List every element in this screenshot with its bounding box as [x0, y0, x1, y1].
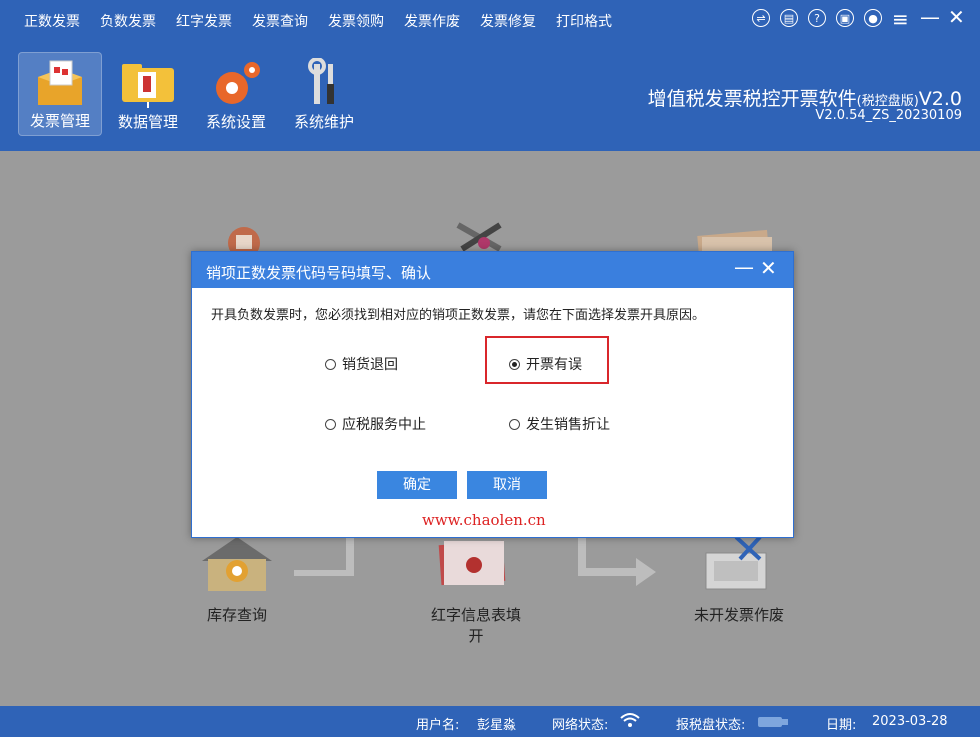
tool-system-settings[interactable]: 系统设置 — [194, 52, 278, 136]
reason-dialog: 销项正数发票代码号码填写、确认 — ✕ 开具负数发票时，您必须找到相对应的销项正… — [191, 251, 794, 538]
usb-disk-icon — [758, 715, 788, 733]
product-title: 增值税发票税控开票软件(税控盘版)V2.0 — [648, 84, 962, 111]
radio-button[interactable] — [325, 359, 336, 370]
menu-invoice-query[interactable]: 发票查询 — [252, 11, 308, 31]
date-value: 2023-03-28 — [872, 714, 948, 729]
user-icon[interactable]: ● — [864, 9, 882, 27]
menu-negative-invoice[interactable]: 负数发票 — [100, 11, 156, 31]
flow-arrow — [578, 536, 656, 586]
note-icon[interactable]: ▤ — [780, 9, 798, 27]
cancel-button[interactable]: 取消 — [467, 471, 547, 499]
tax-disk-label: 报税盘状态: — [676, 718, 746, 733]
flow-label-red-info[interactable]: 红字信息表填开 — [424, 604, 528, 646]
invoice-box-icon — [30, 59, 90, 107]
wifi-icon — [620, 711, 640, 733]
status-bar: 用户名: 彭星淼 网络状态: 报税盘状态: 日期: 2023-03-28 — [0, 706, 980, 737]
radio-sales-return[interactable]: 销货退回 — [325, 354, 398, 374]
main-toolbar: 发票管理 数据管理 系统设置 系统维护 增值税发票税控开票软件(税控盘版)V2.… — [0, 40, 980, 151]
menu-red-invoice[interactable]: 红字发票 — [176, 11, 232, 31]
minimize-icon[interactable]: — — [920, 5, 940, 29]
radio-sales-discount[interactable]: 发生销售折让 — [509, 414, 610, 434]
brand-version: V2.0 — [918, 88, 962, 110]
build-version: V2.0.54_ZS_20230109 — [815, 108, 962, 123]
lock-icon[interactable]: ▣ — [836, 9, 854, 27]
gears-icon — [206, 58, 266, 106]
help-icon[interactable]: ? — [808, 9, 826, 27]
tool-label: 数据管理 — [117, 113, 178, 131]
tool-data-management[interactable]: 数据管理 — [106, 52, 190, 136]
tool-label: 发票管理 — [29, 112, 90, 130]
brand-edition: (税控盘版) — [856, 94, 919, 109]
flow-label-void-unissued[interactable]: 未开发票作废 — [686, 604, 792, 625]
folder-icon — [118, 58, 178, 108]
radio-invoice-error[interactable]: 开票有误 — [509, 354, 582, 374]
tool-label: 系统维护 — [293, 113, 354, 131]
menu-icon[interactable]: ≡ — [892, 7, 909, 31]
tool-label: 系统设置 — [205, 113, 266, 131]
menu-invoice-repair[interactable]: 发票修复 — [480, 11, 536, 31]
brand-title: 增值税发票税控开票软件 — [647, 88, 857, 110]
dialog-title: 销项正数发票代码号码填写、确认 — [206, 264, 432, 282]
menu-invoice-void[interactable]: 发票作废 — [404, 11, 460, 31]
radio-label: 开票有误 — [526, 357, 582, 373]
menu-print-format[interactable]: 打印格式 — [556, 11, 612, 31]
close-icon[interactable]: ✕ — [948, 5, 965, 29]
network-label: 网络状态: — [552, 718, 609, 733]
tool-invoice-management[interactable]: 发票管理 — [18, 52, 102, 136]
radio-service-suspended[interactable]: 应税服务中止 — [325, 414, 426, 434]
radio-button-selected[interactable] — [509, 359, 520, 370]
radio-label: 发生销售折让 — [526, 417, 610, 433]
dialog-title-bar[interactable]: 销项正数发票代码号码填写、确认 — ✕ — [192, 252, 793, 288]
radio-button[interactable] — [509, 419, 520, 430]
radio-label: 销货退回 — [342, 357, 398, 373]
user-name: 彭星淼 — [477, 718, 517, 733]
tools-icon — [294, 57, 354, 106]
dialog-close-icon[interactable]: ✕ — [760, 256, 777, 280]
exchange-icon[interactable]: ⇌ — [752, 9, 770, 27]
menu-invoice-purchase[interactable]: 发票领购 — [328, 11, 384, 31]
menu-positive-invoice[interactable]: 正数发票 — [24, 11, 80, 31]
ok-button[interactable]: 确定 — [377, 471, 457, 499]
warehouse-search-icon[interactable] — [200, 535, 274, 597]
tools-cross-icon[interactable] — [452, 221, 506, 255]
void-invoice-icon[interactable] — [700, 535, 772, 599]
flow-connector — [294, 536, 354, 576]
radio-label: 应税服务中止 — [342, 417, 426, 433]
radio-button[interactable] — [325, 419, 336, 430]
watermark-text: www.chaolen.cn — [422, 511, 546, 529]
top-menu-bar: 正数发票 负数发票 红字发票 发票查询 发票领购 发票作废 发票修复 打印格式 … — [0, 0, 980, 40]
red-form-icon[interactable] — [434, 535, 514, 601]
dialog-minimize-icon[interactable]: — — [734, 255, 754, 279]
date-label: 日期: — [826, 718, 857, 733]
flow-label-stock-query[interactable]: 库存查询 — [196, 604, 278, 625]
dialog-message: 开具负数发票时，您必须找到相对应的销项正数发票，请您在下面选择发票开具原因。 — [211, 308, 706, 323]
user-label: 用户名: — [416, 718, 460, 733]
tool-system-maintenance[interactable]: 系统维护 — [282, 52, 366, 136]
